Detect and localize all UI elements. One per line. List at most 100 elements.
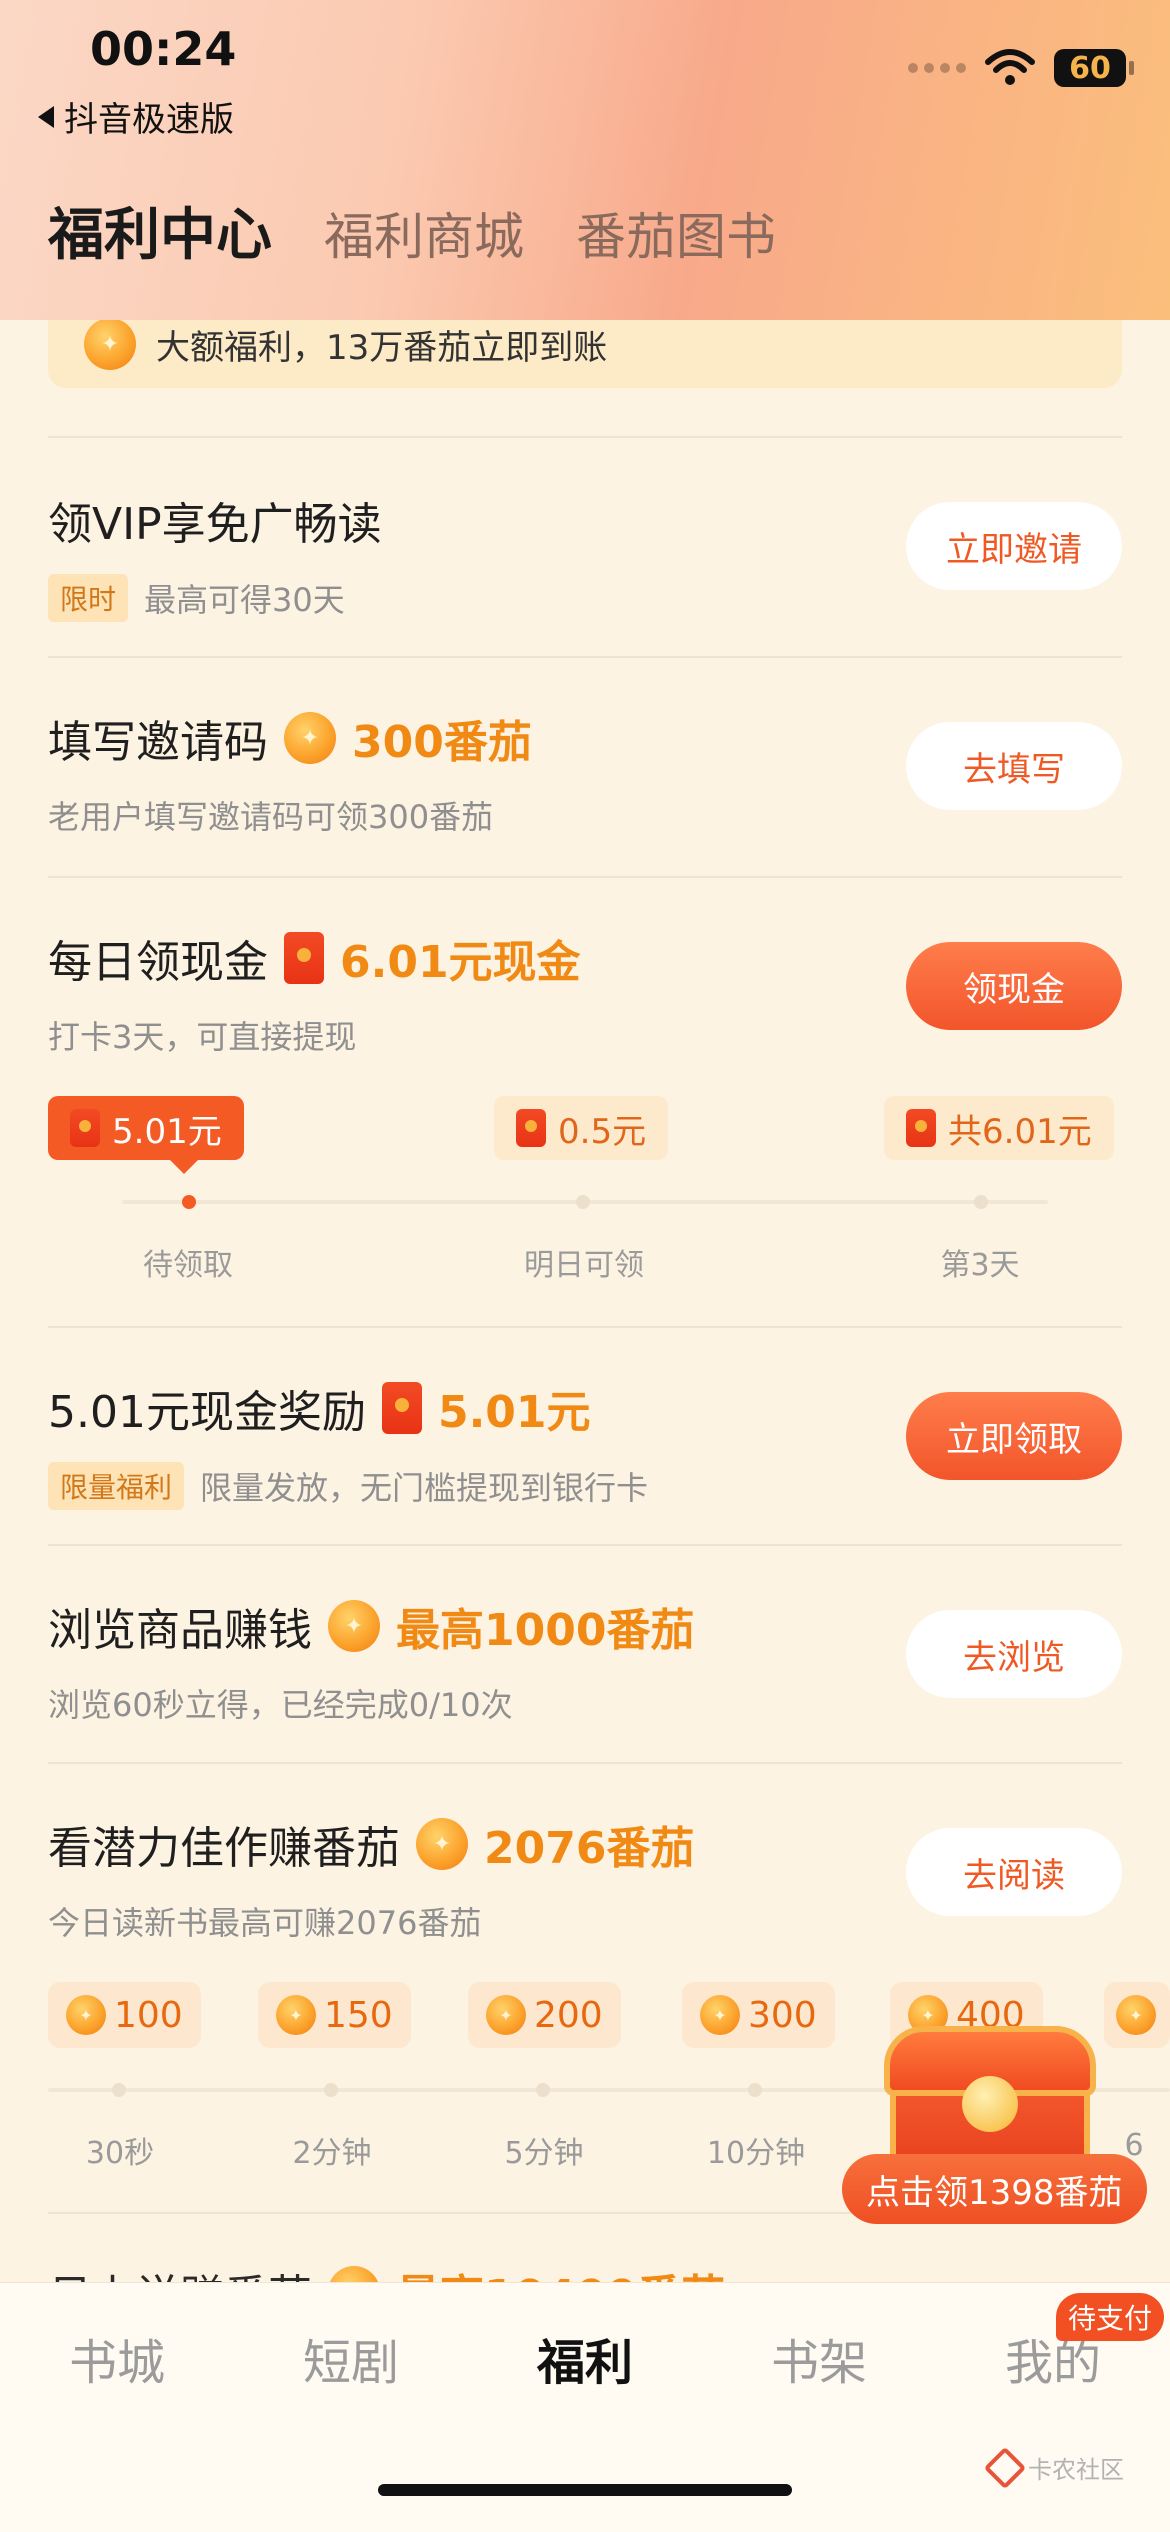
milestone-value: 300: [748, 1994, 817, 2036]
milestone-bubble: 100: [48, 1982, 201, 2048]
cash-step-1[interactable]: 5.01元: [48, 1096, 244, 1174]
pending-payment-badge: 待支付: [1055, 2293, 1164, 2341]
home-indicator[interactable]: [378, 2484, 792, 2496]
task-subtitle: 浏览60秒立得，已经完成0/10次: [48, 1686, 513, 1724]
task-reward: 6.01元现金: [340, 937, 581, 988]
coin-icon: [328, 1600, 380, 1652]
divider: [48, 656, 1122, 658]
tab-welfare-center[interactable]: 福利中心: [48, 190, 272, 271]
task-reward: 5.01元: [437, 1387, 591, 1438]
divider: [48, 436, 1122, 438]
nav-bookshelf[interactable]: 书架: [702, 2323, 936, 2393]
cash-step-amount: 5.01元: [112, 1111, 222, 1152]
divider: [48, 876, 1122, 878]
nav-me-label: 我的: [1004, 2335, 1101, 2391]
task-title: 填写邀请码: [48, 717, 268, 768]
task-title: 5.01元现金奖励: [48, 1387, 366, 1438]
progress-dot: [576, 1195, 590, 1209]
task-title: 浏览商品赚钱: [48, 1605, 312, 1656]
cash-step-3: 共6.01元: [884, 1096, 1114, 1160]
task-title: 每日领现金: [48, 937, 268, 988]
watermark-logo-icon: [983, 2446, 1027, 2489]
red-envelope-icon: [381, 1382, 422, 1434]
status-icons: 60: [908, 48, 1134, 88]
cellular-signal-icon: [908, 63, 966, 73]
milestone-bubble: 300: [682, 1982, 835, 2048]
tab-welfare-mall[interactable]: 福利商城: [324, 197, 524, 269]
cash-step-label: 第3天: [940, 1248, 1020, 1283]
milestone-bubble: 150: [258, 1982, 411, 2048]
milestone-label: 10分钟: [706, 2136, 806, 2171]
red-envelope-icon: [906, 1109, 936, 1147]
status-time: 00:24: [90, 22, 237, 76]
go-read-button[interactable]: 去阅读: [906, 1828, 1122, 1916]
nav-me[interactable]: 我的 待支付: [936, 2293, 1170, 2393]
coin-icon: [66, 1995, 106, 2035]
fill-code-button[interactable]: 去填写: [906, 722, 1122, 810]
progress-dot: [324, 2083, 338, 2097]
task-reward: 最高1000番茄: [396, 1605, 695, 1656]
task-reward: 300番茄: [352, 717, 532, 768]
cash-step-2: 0.5元: [494, 1096, 669, 1160]
task-subtitle: 打卡3天，可直接提现: [48, 1018, 357, 1056]
task-subtitle: 最高可得30天: [144, 581, 345, 619]
header: 00:24 抖音极速版 60 福利中心 福利商城 番茄图书: [0, 0, 1170, 320]
treasure-claim-button[interactable]: 点击领1398番茄: [842, 2154, 1147, 2224]
milestone-value: 100: [114, 1994, 183, 2036]
progress-dot: [536, 2083, 550, 2097]
milestone-bubble: 200: [468, 1982, 621, 2048]
coin-icon: [486, 1995, 526, 2035]
milestone-label: 5分钟: [504, 2136, 584, 2171]
task-title: 看潜力佳作赚番茄: [48, 1823, 400, 1874]
progress-dot: [112, 2083, 126, 2097]
claim-cash-button[interactable]: 领现金: [906, 942, 1122, 1030]
milestone-label: 30秒: [85, 2136, 155, 2171]
limited-welfare-tag: 限量福利: [48, 1462, 185, 1510]
back-arrow-icon: [38, 105, 54, 128]
watermark-text: 卡农社区: [1028, 2456, 1124, 2484]
nav-short-drama[interactable]: 短剧: [234, 2323, 468, 2393]
nav-welfare[interactable]: 福利: [468, 2323, 702, 2393]
cash-step-label: 待领取: [143, 1248, 233, 1283]
task-subtitle: 老用户填写邀请码可领300番茄: [48, 798, 494, 836]
go-browse-button[interactable]: 去浏览: [906, 1610, 1122, 1698]
back-app-label: 抖音极速版: [64, 100, 234, 140]
milestone-bubble: [1104, 1982, 1170, 2048]
task-title: 领VIP享免广畅读: [48, 499, 382, 550]
tab-tomato-books[interactable]: 番茄图书: [576, 197, 776, 269]
progress-dot: [182, 1195, 196, 1209]
red-envelope-icon: [284, 932, 324, 984]
claim-now-button[interactable]: 立即领取: [906, 1392, 1122, 1480]
wifi-icon: [985, 49, 1035, 85]
coin-icon: [284, 712, 336, 764]
divider: [48, 1326, 1122, 1328]
back-to-app-link[interactable]: 抖音极速版: [38, 92, 234, 141]
watermark: 卡农社区: [983, 2446, 1124, 2489]
coin-icon: [84, 318, 136, 370]
header-tabs: 福利中心 福利商城 番茄图书: [48, 190, 776, 271]
milestone-label: 2分钟: [292, 2136, 372, 2171]
red-envelope-icon: [516, 1109, 546, 1147]
progress-dot: [974, 1195, 988, 1209]
divider: [48, 1762, 1122, 1764]
task-subtitle: 限量发放，无门槛提现到银行卡: [200, 1469, 649, 1507]
cash-step-amount: 0.5元: [558, 1111, 647, 1152]
milestone-value: 150: [324, 1994, 393, 2036]
milestone-value: 200: [534, 1994, 603, 2036]
limited-tag: 限时: [48, 574, 129, 622]
invite-now-button[interactable]: 立即邀请: [906, 502, 1122, 590]
task-reward: 2076番茄: [484, 1823, 695, 1874]
red-envelope-icon: [70, 1109, 100, 1147]
coin-icon: [276, 1995, 316, 2035]
coin-icon: [416, 1818, 468, 1870]
nav-bookstore[interactable]: 书城: [0, 2323, 234, 2393]
divider: [48, 1544, 1122, 1546]
cash-step-amount: 共6.01元: [948, 1111, 1092, 1152]
banner-text: 大额福利，13万番茄立即到账: [156, 327, 608, 368]
coin-icon: [1116, 1995, 1156, 2035]
battery-icon: 60: [1054, 49, 1134, 87]
cash-step-label: 明日可领: [524, 1248, 644, 1283]
task-subtitle: 今日读新书最高可赚2076番茄: [48, 1904, 482, 1942]
coin-icon: [700, 1995, 740, 2035]
progress-dot: [748, 2083, 762, 2097]
